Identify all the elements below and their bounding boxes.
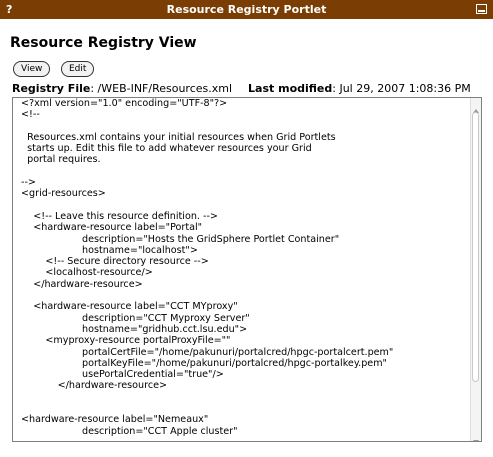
vertical-scrollbar[interactable] bbox=[470, 98, 481, 441]
registry-file-value: : /WEB-INF/Resources.xml bbox=[90, 82, 233, 95]
scroll-up-icon[interactable] bbox=[472, 100, 480, 113]
page-title: Resource Registry View bbox=[10, 35, 197, 51]
portlet-titlebar: ? Resource Registry Portlet bbox=[0, 0, 493, 19]
last-modified-label: Last modified bbox=[248, 82, 333, 95]
minimize-icon[interactable] bbox=[476, 4, 487, 14]
scrollbar-thumb[interactable] bbox=[472, 112, 479, 382]
xml-content[interactable]: <?xml version="1.0" encoding="UTF-8"?> <… bbox=[21, 98, 393, 437]
view-button[interactable]: View bbox=[13, 61, 51, 77]
file-info: Registry File: /WEB-INF/Resources.xml Las… bbox=[12, 82, 471, 95]
registry-file-label: Registry File bbox=[12, 82, 91, 95]
portlet-title: Resource Registry Portlet bbox=[166, 3, 327, 16]
last-modified-value: : Jul 29, 2007 1:08:36 PM bbox=[332, 82, 471, 95]
edit-button[interactable]: Edit bbox=[61, 61, 95, 77]
scroll-down-icon[interactable] bbox=[472, 431, 480, 441]
resource-xml-textarea[interactable]: <?xml version="1.0" encoding="UTF-8"?> <… bbox=[12, 97, 482, 442]
